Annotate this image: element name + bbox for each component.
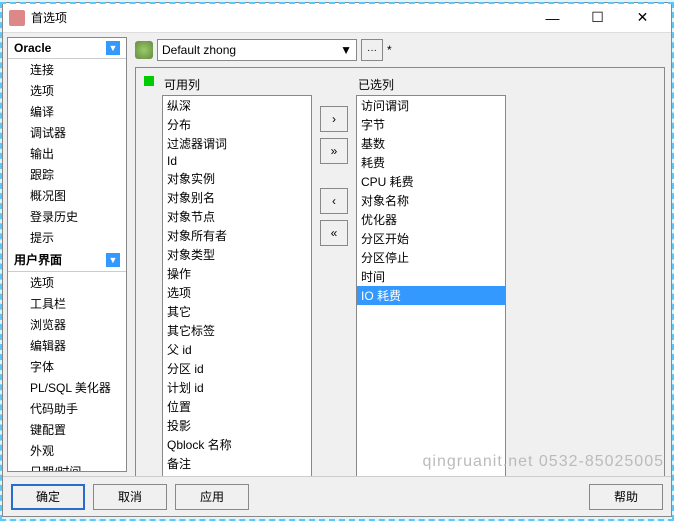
sidebar-item[interactable]: 浏览器 bbox=[8, 314, 126, 335]
list-item[interactable]: 对象名称 bbox=[357, 191, 505, 210]
sidebar-item[interactable]: 选项 bbox=[8, 272, 126, 293]
sidebar-item[interactable]: 跟踪 bbox=[8, 164, 126, 185]
sidebar-item[interactable]: 工具栏 bbox=[8, 293, 126, 314]
category-sidebar[interactable]: Oracle▼连接选项编译调试器输出跟踪概况图登录历史提示用户界面▼选项工具栏浏… bbox=[7, 37, 127, 472]
sidebar-item[interactable]: 编译 bbox=[8, 101, 126, 122]
list-item[interactable]: 对象类型 bbox=[163, 245, 311, 264]
available-label: 可用列 bbox=[162, 76, 312, 93]
list-item[interactable]: 基数 bbox=[357, 134, 505, 153]
move-right-all-button[interactable]: » bbox=[320, 138, 348, 164]
sidebar-item[interactable]: 提示 bbox=[8, 227, 126, 248]
list-item[interactable]: IO 耗费 bbox=[357, 286, 505, 305]
chevron-down-icon: ▼ bbox=[340, 43, 352, 57]
list-item[interactable]: 分区开始 bbox=[357, 229, 505, 248]
list-item[interactable]: 优化器 bbox=[357, 210, 505, 229]
window-title: 首选项 bbox=[31, 9, 530, 26]
list-item[interactable]: 对象所有者 bbox=[163, 226, 311, 245]
move-left-button[interactable]: ‹ bbox=[320, 188, 348, 214]
list-item[interactable]: 操作 bbox=[163, 264, 311, 283]
cancel-button[interactable]: 取消 bbox=[93, 484, 167, 510]
list-item[interactable]: 纵深 bbox=[163, 96, 311, 115]
list-item[interactable]: 选项 bbox=[163, 283, 311, 302]
profile-icon bbox=[135, 41, 153, 59]
list-item[interactable]: 搜索列 bbox=[163, 473, 311, 476]
list-item[interactable]: 备注 bbox=[163, 454, 311, 473]
sidebar-item[interactable]: 连接 bbox=[8, 59, 126, 80]
list-item[interactable]: Id bbox=[163, 153, 311, 169]
sidebar-item[interactable]: 字体 bbox=[8, 356, 126, 377]
move-left-all-button[interactable]: « bbox=[320, 220, 348, 246]
list-item[interactable]: 字节 bbox=[357, 115, 505, 134]
list-item[interactable]: 访问谓词 bbox=[357, 96, 505, 115]
list-item[interactable]: 分布 bbox=[163, 115, 311, 134]
list-item[interactable]: 耗费 bbox=[357, 153, 505, 172]
sidebar-item[interactable]: 输出 bbox=[8, 143, 126, 164]
sidebar-item[interactable]: 代码助手 bbox=[8, 398, 126, 419]
selected-label: 已选列 bbox=[356, 76, 516, 93]
close-button[interactable]: ✕ bbox=[620, 4, 665, 32]
list-item[interactable]: 分区 id bbox=[163, 359, 311, 378]
profile-value: Default zhong bbox=[162, 43, 236, 57]
status-indicator bbox=[144, 76, 154, 86]
list-item[interactable]: 过滤器谓词 bbox=[163, 134, 311, 153]
list-item[interactable]: 对象实例 bbox=[163, 169, 311, 188]
sidebar-section-header[interactable]: Oracle▼ bbox=[8, 38, 126, 59]
sidebar-item[interactable]: 编辑器 bbox=[8, 335, 126, 356]
profile-select[interactable]: Default zhong ▼ bbox=[157, 39, 357, 61]
app-icon bbox=[9, 10, 25, 26]
sidebar-item[interactable]: PL/SQL 美化器 bbox=[8, 377, 126, 398]
list-item[interactable]: 分区停止 bbox=[357, 248, 505, 267]
maximize-button[interactable]: ☐ bbox=[575, 4, 620, 32]
dirty-indicator: * bbox=[387, 43, 392, 57]
list-item[interactable]: 位置 bbox=[163, 397, 311, 416]
sidebar-item[interactable]: 调试器 bbox=[8, 122, 126, 143]
sidebar-section-header[interactable]: 用户界面▼ bbox=[8, 248, 126, 272]
selected-listbox[interactable]: 访问谓词字节基数耗费CPU 耗费对象名称优化器分区开始分区停止时间IO 耗费 bbox=[356, 95, 506, 476]
sidebar-item[interactable]: 日期/时间 bbox=[8, 461, 126, 472]
chevron-down-icon: ▼ bbox=[106, 253, 120, 267]
sidebar-item[interactable]: 选项 bbox=[8, 80, 126, 101]
list-item[interactable]: 父 id bbox=[163, 340, 311, 359]
sidebar-item[interactable]: 键配置 bbox=[8, 419, 126, 440]
list-item[interactable]: 对象节点 bbox=[163, 207, 311, 226]
profile-more-button[interactable]: ··· bbox=[361, 39, 383, 61]
move-right-button[interactable]: › bbox=[320, 106, 348, 132]
list-item[interactable]: 投影 bbox=[163, 416, 311, 435]
ok-button[interactable]: 确定 bbox=[11, 484, 85, 510]
sidebar-item[interactable]: 概况图 bbox=[8, 185, 126, 206]
list-item[interactable]: Qblock 名称 bbox=[163, 435, 311, 454]
help-button[interactable]: 帮助 bbox=[589, 484, 663, 510]
list-item[interactable]: 计划 id bbox=[163, 378, 311, 397]
list-item[interactable]: 其它标签 bbox=[163, 321, 311, 340]
list-item[interactable]: 时间 bbox=[357, 267, 505, 286]
list-item[interactable]: 对象别名 bbox=[163, 188, 311, 207]
sidebar-item[interactable]: 登录历史 bbox=[8, 206, 126, 227]
list-item[interactable]: 其它 bbox=[163, 302, 311, 321]
titlebar: 首选项 — ☐ ✕ bbox=[3, 3, 671, 33]
list-item[interactable]: CPU 耗费 bbox=[357, 172, 505, 191]
sidebar-item[interactable]: 外观 bbox=[8, 440, 126, 461]
available-listbox[interactable]: 纵深分布过滤器谓词Id对象实例对象别名对象节点对象所有者对象类型操作选项其它其它… bbox=[162, 95, 312, 476]
apply-button[interactable]: 应用 bbox=[175, 484, 249, 510]
minimize-button[interactable]: — bbox=[530, 4, 575, 32]
chevron-down-icon: ▼ bbox=[106, 41, 120, 55]
